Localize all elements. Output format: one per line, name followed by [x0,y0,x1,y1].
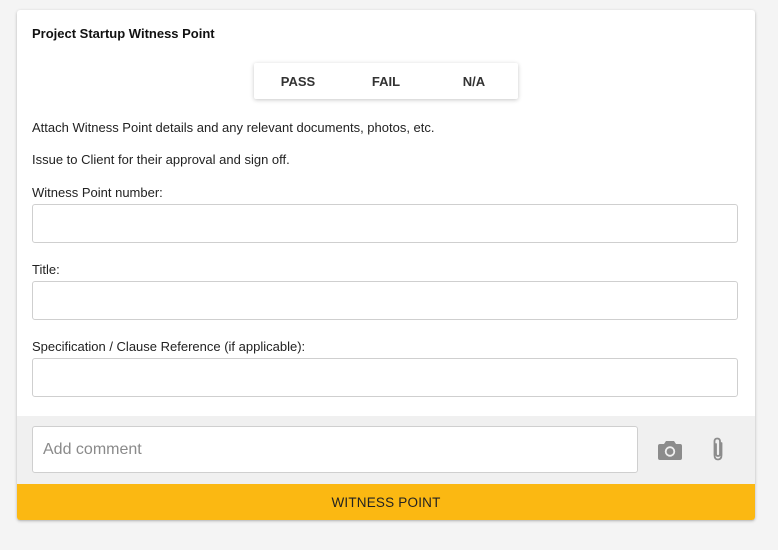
comment-bar [17,416,755,484]
title-field[interactable] [32,281,738,320]
na-button[interactable]: N/A [430,63,518,99]
paperclip-icon[interactable] [705,437,731,463]
witness-point-button[interactable]: WITNESS POINT [17,484,755,520]
comment-input[interactable] [32,426,638,473]
camera-icon[interactable] [657,437,683,463]
card-title: Project Startup Witness Point [32,26,215,41]
spec-reference-label: Specification / Clause Reference (if app… [32,339,306,354]
pass-button[interactable]: PASS [254,63,342,99]
fail-button[interactable]: FAIL [342,63,430,99]
result-selector: PASS FAIL N/A [254,63,518,99]
attach-instructions: Attach Witness Point details and any rel… [32,120,435,135]
issue-instructions: Issue to Client for their approval and s… [32,152,290,167]
witness-point-number-label: Witness Point number: [32,185,163,200]
spec-reference-field[interactable] [32,358,738,397]
witness-point-card: Project Startup Witness Point PASS FAIL … [17,10,755,520]
title-label: Title: [32,262,60,277]
witness-point-number-field[interactable] [32,204,738,243]
